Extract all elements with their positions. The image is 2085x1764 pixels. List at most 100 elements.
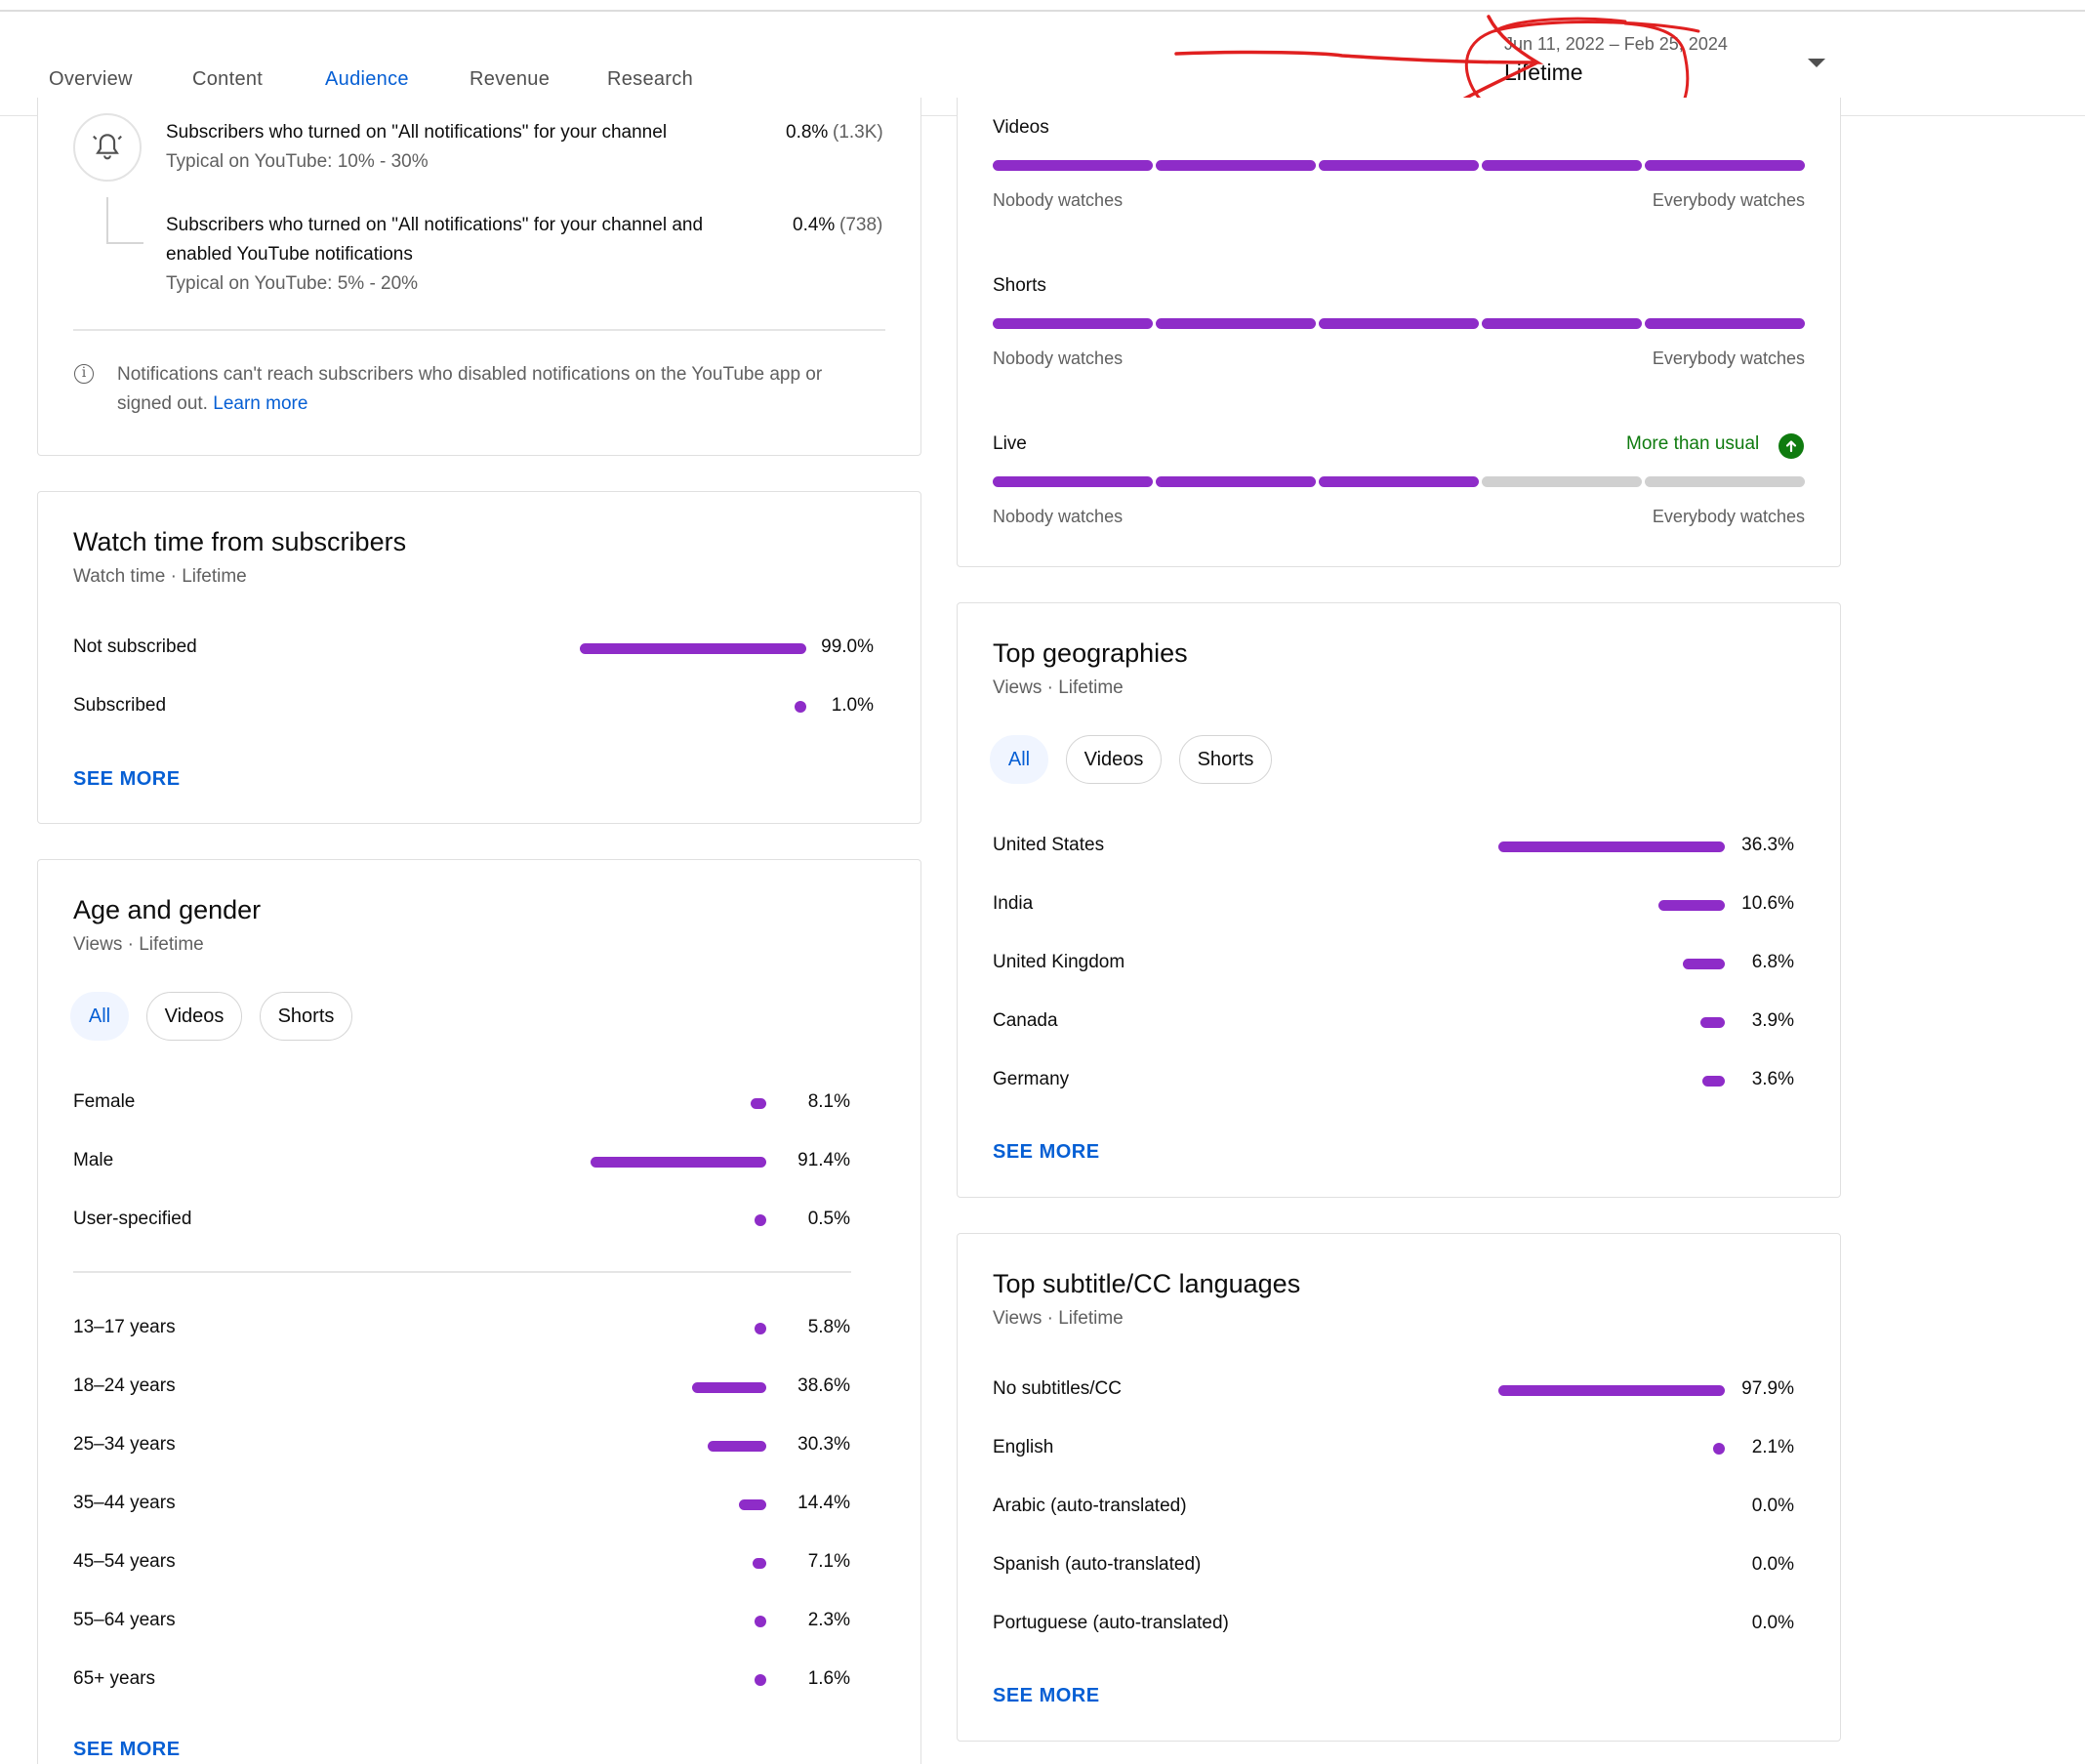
- watch-habit-segment: [993, 318, 1153, 329]
- watch-habit-label: Shorts: [993, 275, 1046, 296]
- subtitle-language-row-value: 0.0%: [1751, 1496, 1794, 1516]
- age-row-label: 35–44 years: [73, 1493, 176, 1513]
- geography-row-bar: [1498, 841, 1725, 852]
- geographies-see-more[interactable]: SEE MORE: [993, 1141, 1100, 1164]
- enabled-notifications-label: Subscribers who turned on "All notificat…: [166, 215, 704, 235]
- age-row-bar: [755, 1674, 766, 1686]
- tab-revenue[interactable]: Revenue: [470, 68, 550, 91]
- tab-research[interactable]: Research: [607, 68, 693, 91]
- age-row-value: 38.6%: [797, 1375, 850, 1396]
- enabled-notifications-pct: 0.4%: [793, 215, 836, 235]
- age-gender-divider: [73, 1271, 851, 1273]
- everybody-watches-label: Everybody watches: [1652, 507, 1805, 526]
- geographies-chip-all[interactable]: All: [990, 735, 1048, 784]
- tab-overview[interactable]: Overview: [49, 68, 133, 91]
- gender-row-value: 8.1%: [807, 1091, 850, 1112]
- gender-row-value: 91.4%: [797, 1150, 850, 1170]
- age-row-label: 18–24 years: [73, 1375, 176, 1396]
- age-row-value: 30.3%: [797, 1434, 850, 1455]
- age-row-value: 1.6%: [807, 1668, 850, 1689]
- age-row-value: 14.4%: [797, 1493, 850, 1513]
- gender-row-bar: [591, 1157, 766, 1168]
- gender-row-label: Female: [73, 1091, 136, 1112]
- notifications-info-tail: signed out.: [117, 393, 208, 414]
- subtitle-language-row-value: 0.0%: [1751, 1554, 1794, 1575]
- age-row-label: 13–17 years: [73, 1317, 176, 1337]
- age-row-label: 25–34 years: [73, 1434, 176, 1455]
- watch-habit-segment: [1319, 318, 1479, 329]
- age-gender-chip-videos[interactable]: Videos: [146, 992, 242, 1041]
- geography-row-label: Canada: [993, 1010, 1058, 1031]
- age-row-bar: [708, 1441, 766, 1452]
- age-gender-chip-shorts[interactable]: Shorts: [260, 992, 352, 1041]
- watch-habit-segment: [1482, 160, 1642, 171]
- everybody-watches-label: Everybody watches: [1652, 349, 1805, 368]
- all-notifications-label: Subscribers who turned on "All notificat…: [166, 122, 668, 143]
- watch-habit-segment: [1156, 160, 1316, 171]
- age-row-value: 7.1%: [807, 1551, 850, 1572]
- subtitle-language-row-label: Spanish (auto-translated): [993, 1554, 1202, 1575]
- nobody-watches-label: Nobody watches: [993, 190, 1124, 210]
- watch-habit-segment: [993, 476, 1153, 487]
- watch-time-subscribers-subtitle: Watch time · Lifetime: [73, 566, 247, 587]
- notifications-info-text: Notifications can't reach subscribers wh…: [117, 364, 823, 385]
- tab-audience[interactable]: Audience: [325, 68, 409, 91]
- geography-row-bar: [1658, 900, 1725, 911]
- red-arrow-annotation: [1174, 15, 1544, 106]
- top-geographies-subtitle: Views · Lifetime: [993, 677, 1124, 698]
- watch-habit-label: Videos: [993, 117, 1049, 138]
- tree-connector: [106, 197, 143, 244]
- watch-habit-segment: [1645, 476, 1805, 487]
- enabled-notifications-count: (738): [839, 215, 883, 235]
- subtitle-languages-see-more[interactable]: SEE MORE: [993, 1685, 1100, 1707]
- geography-row-bar: [1700, 1017, 1725, 1028]
- geographies-chip-videos[interactable]: Videos: [1066, 735, 1162, 784]
- geography-row-label: Germany: [993, 1069, 1070, 1089]
- age-row-bar: [755, 1323, 766, 1334]
- watch-habit-label: Live: [993, 433, 1027, 454]
- geography-row-label: United States: [993, 835, 1105, 855]
- age-row-bar: [755, 1616, 766, 1627]
- subscriber-row-bar: [580, 643, 806, 654]
- watch-habit-segment: [1319, 160, 1479, 171]
- subtitle-language-row-label: No subtitles/CC: [993, 1378, 1122, 1399]
- watch-habit-segment: [1156, 318, 1316, 329]
- gender-row-value: 0.5%: [807, 1209, 850, 1229]
- all-notifications-pct: 0.8%: [786, 122, 829, 143]
- dropdown-arrow-icon[interactable]: [1808, 59, 1825, 67]
- watch-habit-segment: [1645, 160, 1805, 171]
- age-row-value: 5.8%: [807, 1317, 850, 1337]
- age-gender-subtitle: Views · Lifetime: [73, 934, 204, 955]
- subtitle-language-row-label: Arabic (auto-translated): [993, 1496, 1187, 1516]
- geography-row-bar: [1683, 959, 1725, 969]
- notifications-divider: [73, 329, 885, 331]
- age-row-label: 55–64 years: [73, 1610, 176, 1630]
- gender-row-label: User-specified: [73, 1209, 192, 1229]
- everybody-watches-label: Everybody watches: [1652, 190, 1805, 210]
- geographies-chip-shorts[interactable]: Shorts: [1179, 735, 1272, 784]
- top-geographies-title: Top geographies: [993, 638, 1188, 668]
- subtitle-language-row-label: English: [993, 1437, 1054, 1457]
- subscriber-row-label: Subscribed: [73, 695, 167, 716]
- watch-habit-segment: [1319, 476, 1479, 487]
- age-row-label: 65+ years: [73, 1668, 155, 1689]
- watch-habit-segment: [1645, 318, 1805, 329]
- age-gender-see-more[interactable]: SEE MORE: [73, 1739, 181, 1761]
- subtitle-languages-title: Top subtitle/CC languages: [993, 1269, 1301, 1298]
- all-notifications-count: (1.3K): [833, 122, 883, 143]
- nobody-watches-label: Nobody watches: [993, 349, 1124, 368]
- nobody-watches-label: Nobody watches: [993, 507, 1124, 526]
- bell-icon: [73, 113, 142, 182]
- age-row-bar: [739, 1499, 766, 1510]
- geography-row-label: India: [993, 893, 1034, 914]
- learn-more-link[interactable]: Learn more: [213, 393, 307, 414]
- subscriber-row-label: Not subscribed: [73, 636, 197, 657]
- age-row-label: 45–54 years: [73, 1551, 176, 1572]
- watch-habit-segment: [993, 160, 1153, 171]
- notifications-info-text-2: signed out. Learn more: [117, 393, 307, 415]
- watch-time-see-more[interactable]: SEE MORE: [73, 768, 181, 791]
- tab-content[interactable]: Content: [192, 68, 263, 91]
- geography-row-label: United Kingdom: [993, 952, 1125, 972]
- watch-habit-segment: [1482, 318, 1642, 329]
- age-gender-chip-all[interactable]: All: [70, 992, 129, 1041]
